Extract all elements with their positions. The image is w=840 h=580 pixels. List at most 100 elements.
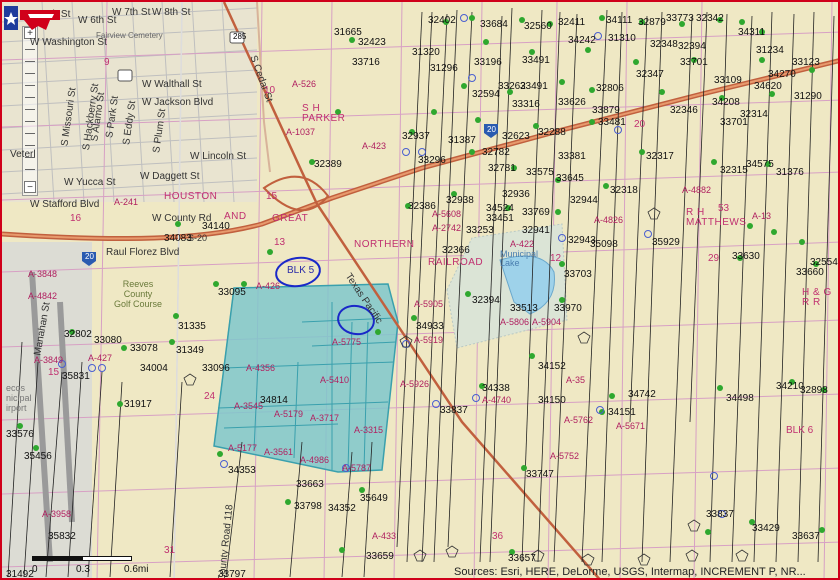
well-number: 33798 (294, 501, 322, 512)
well-number: 33837 (440, 405, 468, 416)
well-number: 32394 (678, 41, 706, 52)
abstract-label: A-5926 (400, 379, 430, 389)
well-number: 33080 (94, 335, 122, 346)
well-number: 32318 (610, 185, 638, 196)
well-number: 32423 (358, 37, 386, 48)
well-number: 34004 (140, 363, 168, 374)
well-number: 32594 (472, 89, 500, 100)
map-view[interactable]: + − W 5th St W 6th St W 7th St W 8th St … (0, 0, 840, 580)
agency-logo (4, 6, 60, 30)
section-number: 29 (708, 253, 720, 264)
survey-label: HOUSTON (164, 191, 218, 202)
well-number: 31917 (124, 399, 152, 410)
well-number: 33451 (486, 213, 514, 224)
abstract-label: A-5787 (342, 463, 372, 473)
survey-label: NORTHERN (354, 239, 415, 250)
well-number: 32937 (402, 131, 430, 142)
well-number: 33316 (512, 99, 540, 110)
well-number: 32623 (502, 131, 530, 142)
scale-label: 0 (32, 564, 38, 575)
section-number: 10 (264, 85, 276, 96)
well-number: 35456 (24, 451, 52, 462)
well-number: 35098 (590, 239, 618, 250)
well-number: 32781 (488, 163, 516, 174)
street-label: W 8th St (152, 7, 191, 18)
survey-label: GREAT (272, 213, 309, 224)
well-number: 34111 (606, 15, 633, 26)
abstract-label: A-3848 (28, 269, 58, 279)
well-number: 32317 (646, 151, 674, 162)
section-number: 53 (718, 203, 730, 214)
block-label: BLK 5 (287, 265, 315, 276)
section-number: 15 (48, 367, 60, 378)
well-number: 33253 (466, 225, 494, 236)
well-number: 31349 (176, 345, 204, 356)
abstract-label: A-422 (510, 239, 535, 249)
well-number: 32944 (570, 195, 598, 206)
well-number: 33747 (526, 469, 554, 480)
well-number: 33096 (202, 363, 230, 374)
well-number: 34742 (628, 389, 656, 400)
well-number: 31296 (430, 63, 458, 74)
well-number: 34353 (228, 465, 256, 476)
well-number: 33703 (564, 269, 592, 280)
well-number: 32938 (446, 195, 474, 206)
cemetery-label: Fairview Cemetery (96, 31, 163, 40)
well-number: 33078 (130, 343, 158, 354)
well-number: 33381 (558, 151, 586, 162)
survey-label: R H MATTHEWS (686, 207, 747, 228)
well-number: 31387 (448, 135, 476, 146)
well-number: 32348 (650, 39, 678, 50)
map-attribution: Sources: Esri, HERE, DeLorme, USGS, Inte… (454, 566, 806, 578)
street-label: W Lincoln St (190, 151, 247, 162)
street-label: Raul Florez Blvd (106, 247, 180, 258)
well-number: 33660 (796, 267, 824, 278)
abstract-label: A-4986 (300, 455, 330, 465)
well-number: 32288 (538, 127, 566, 138)
survey-label: RAILROAD (428, 257, 484, 268)
us285-shield-label: 285 (233, 32, 247, 41)
survey-label: H & G R R (802, 287, 832, 308)
section-number: 9 (104, 57, 110, 68)
abstract-label: A-426 (256, 281, 281, 291)
well-number: 31310 (608, 33, 636, 44)
abstract-label: A-5179 (274, 409, 304, 419)
abstract-label: A-4842 (28, 291, 58, 301)
street-label: W Daggett St (140, 171, 200, 182)
abstract-label: A-2742 (432, 223, 462, 233)
street-label: Veterl (10, 149, 36, 160)
well-number: 34152 (538, 361, 566, 372)
abstract-label: A-5904 (532, 317, 562, 327)
well-number: 34151 (608, 407, 636, 418)
survey-label: S H PARKER (302, 103, 346, 124)
well-number: 33701 (680, 57, 708, 68)
street-label: W 7th St (112, 7, 151, 18)
abstract-label: A-526 (292, 79, 317, 89)
well-number: 32347 (636, 69, 664, 80)
well-number: 32366 (442, 245, 470, 256)
well-number: 33769 (522, 207, 550, 218)
abstract-label: A-5671 (616, 421, 646, 431)
abstract-label: A-3849 (34, 355, 64, 365)
well-number: 34338 (482, 383, 510, 394)
well-number: 33575 (526, 167, 554, 178)
well-number: 34311 (738, 27, 766, 38)
well-number: 31320 (412, 47, 440, 58)
i20-shield-label: 20 (487, 125, 496, 134)
well-number: 33657 (508, 553, 536, 564)
zoom-out-button[interactable]: − (24, 181, 36, 193)
street-label: W 6th St (78, 15, 117, 26)
abstract-label: A-35 (566, 375, 586, 385)
well-number: 34083 (164, 233, 192, 244)
well-number: 31492 (6, 569, 34, 580)
scale-label: 0.6mi (124, 564, 149, 575)
well-number: 35832 (48, 531, 76, 542)
zoom-slider[interactable]: + − (22, 26, 38, 196)
well-number: 32941 (522, 225, 550, 236)
well-number: 33879 (592, 105, 620, 116)
abstract-label: A-5177 (228, 443, 258, 453)
well-number: 33491 (520, 81, 548, 92)
well-number: 33296 (418, 155, 446, 166)
well-number: 35649 (360, 493, 388, 504)
abstract-label: A-4882 (682, 185, 712, 195)
